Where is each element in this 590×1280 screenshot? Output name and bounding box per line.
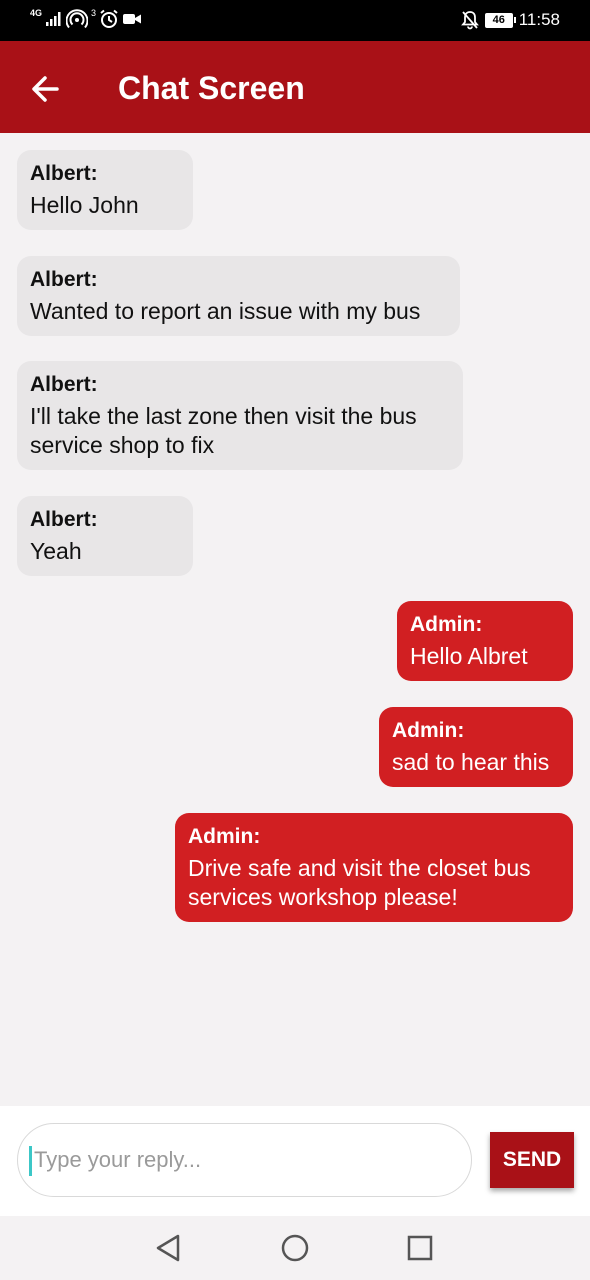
message-bubble-outgoing: Admin: Drive safe and visit the closet b…	[175, 813, 573, 922]
back-button[interactable]	[22, 65, 70, 113]
message-text: Hello John	[30, 192, 139, 218]
triangle-back-icon	[156, 1234, 180, 1262]
status-icons-right: 46 11:58	[460, 9, 560, 31]
status-bar: 4G 3 46 11:58	[0, 0, 590, 41]
message-text: Hello Albret	[410, 643, 528, 669]
message-sender: Albert:	[30, 373, 98, 396]
message-text: I'll take the last zone then visit the b…	[30, 403, 417, 458]
send-button[interactable]: SEND	[490, 1132, 574, 1188]
status-time: 11:58	[518, 10, 560, 29]
battery-icon: 46	[484, 12, 516, 28]
app-bar: Chat Screen	[0, 41, 590, 133]
message-bubble-incoming: Albert: I'll take the last zone then vis…	[17, 361, 463, 470]
hotspot-count: 3	[91, 8, 97, 18]
arrow-back-icon	[32, 76, 59, 102]
hotspot-icon	[66, 9, 89, 29]
message-text: Wanted to report an issue with my bus	[30, 298, 421, 324]
alarm-icon	[100, 9, 118, 28]
message-text: Drive safe and visit the closet bus serv…	[188, 855, 531, 910]
circle-home-icon	[281, 1234, 309, 1262]
network-type-label: 4G	[30, 8, 43, 18]
message-text: sad to hear this	[392, 749, 550, 775]
signal-icon	[46, 12, 61, 26]
message-bubble-incoming: Albert: Wanted to report an issue with m…	[17, 256, 460, 336]
message-sender: Albert:	[30, 508, 98, 531]
text-cursor	[29, 1146, 32, 1176]
message-bubble-outgoing: Admin: sad to hear this	[379, 707, 573, 787]
message-text: Yeah	[30, 538, 82, 564]
message-bubble-incoming: Albert: Hello John	[17, 150, 193, 230]
message-sender: Albert:	[30, 162, 98, 185]
square-recents-icon	[407, 1235, 433, 1261]
video-icon	[123, 14, 142, 24]
page-title: Chat Screen	[118, 70, 305, 106]
nav-back-button[interactable]	[150, 1230, 186, 1266]
message-sender: Admin:	[410, 613, 483, 636]
status-icons-left: 4G 3	[30, 8, 142, 29]
message-sender: Admin:	[188, 825, 261, 848]
message-sender: Admin:	[392, 719, 465, 742]
battery-level: 46	[492, 13, 505, 26]
reply-input[interactable]	[17, 1123, 472, 1197]
system-nav-bar	[0, 1216, 590, 1280]
nav-home-button[interactable]	[277, 1230, 313, 1266]
message-sender: Albert:	[30, 268, 98, 291]
message-bubble-outgoing: Admin: Hello Albret	[397, 601, 573, 681]
composer-bar: SEND	[0, 1106, 590, 1216]
nav-recents-button[interactable]	[402, 1230, 438, 1266]
notifications-off-icon	[460, 11, 479, 30]
message-bubble-incoming: Albert: Yeah	[17, 496, 193, 576]
